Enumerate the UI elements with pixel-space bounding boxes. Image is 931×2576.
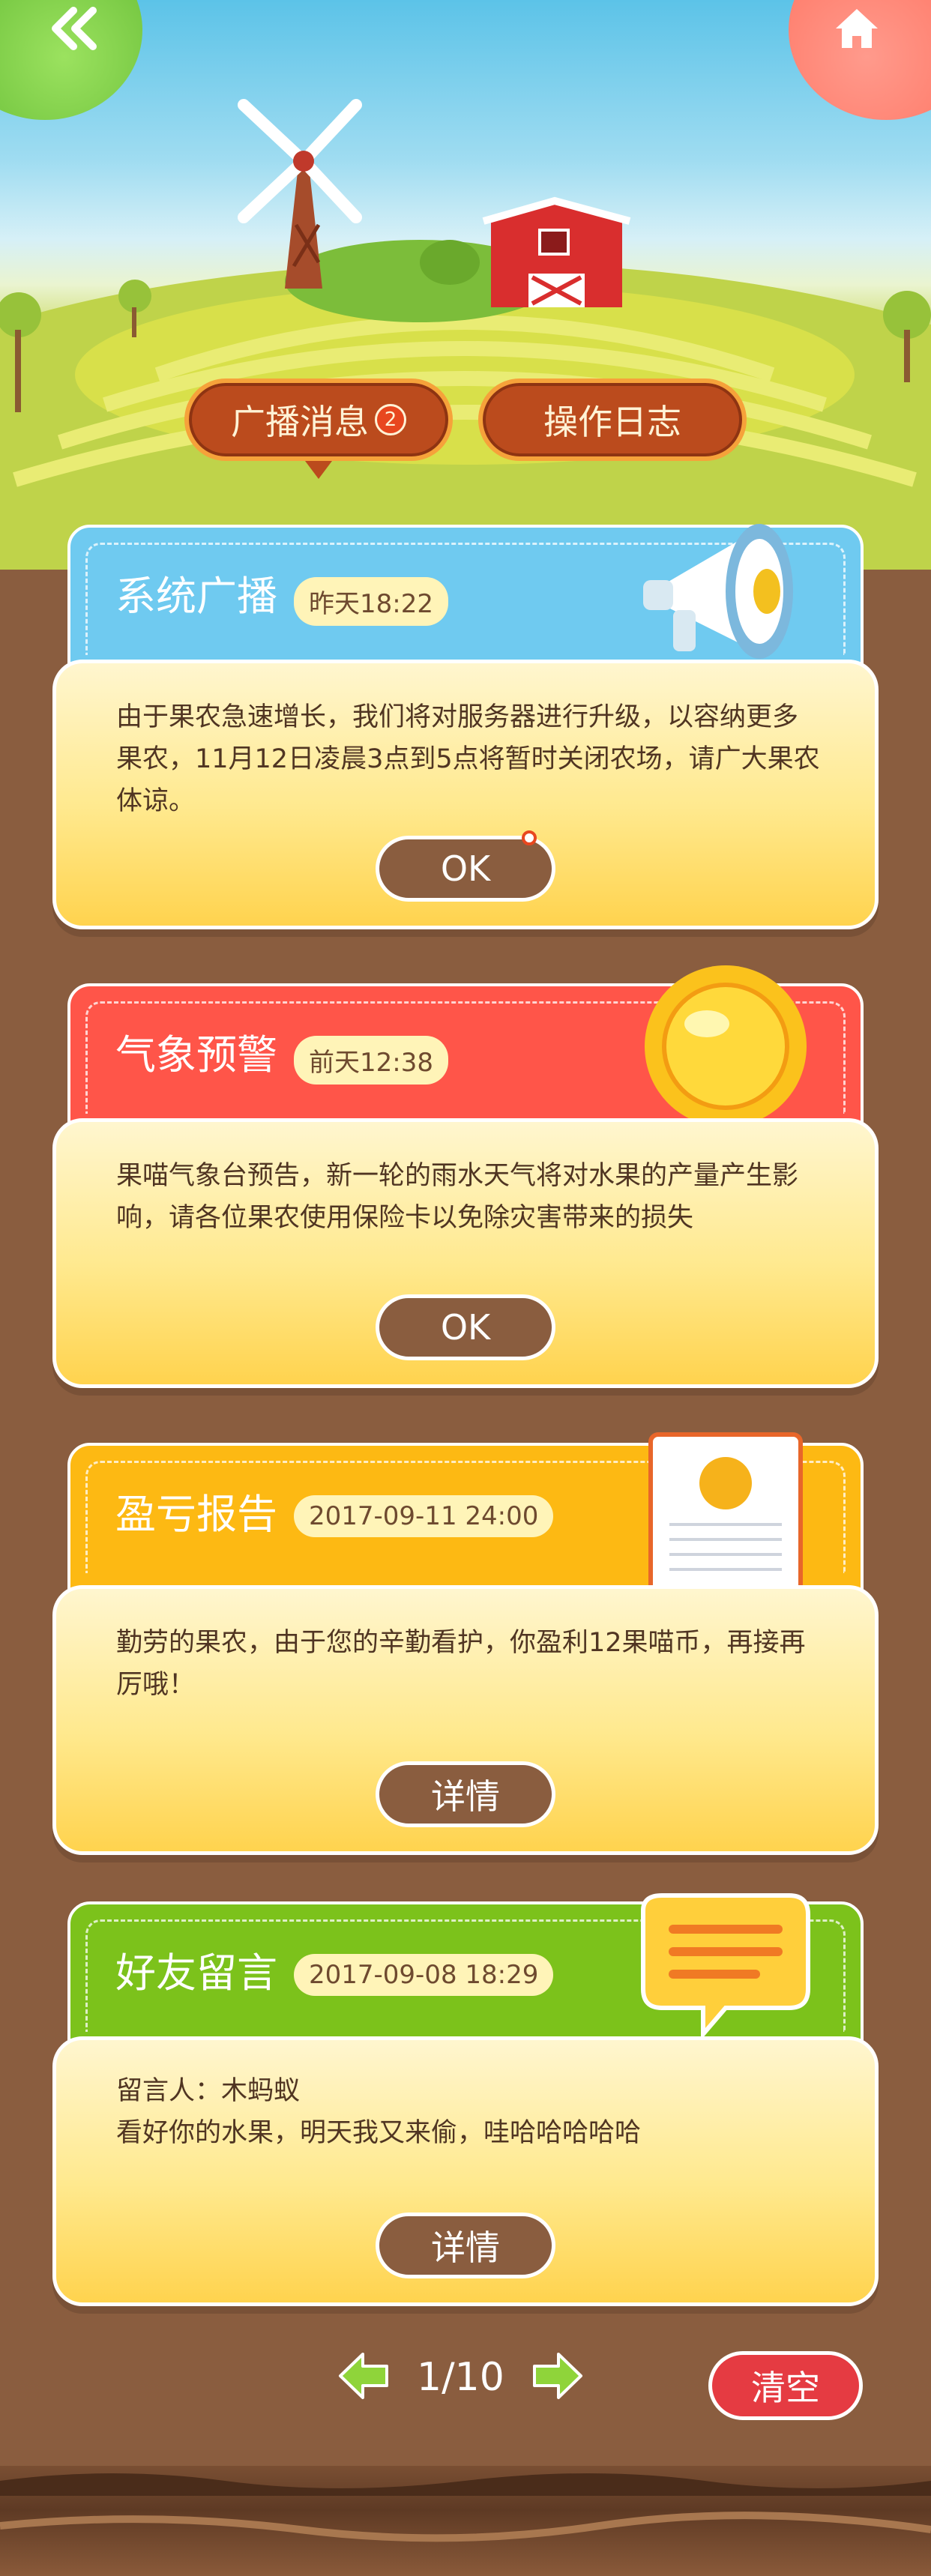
unread-badge: 2 xyxy=(375,404,406,435)
button-label: 详情 xyxy=(431,2227,500,2268)
card-header: 系统广播 昨天18:22 xyxy=(67,524,864,675)
megaphone-icon xyxy=(643,524,793,659)
tab-label: 广播消息 xyxy=(231,402,369,442)
arrow-left-icon[interactable] xyxy=(337,2350,390,2405)
card-header: 气象预警 前天12:38 xyxy=(67,965,864,1133)
card-body: 果喵气象台预告，新一轮的雨水天气将对水果的产量产生影响，请各位果农使用保险卡以免… xyxy=(52,1118,879,1388)
button-label: 清空 xyxy=(751,2368,820,2408)
home-icon xyxy=(833,6,881,54)
tab-label: 操作日志 xyxy=(543,402,681,442)
sun-icon xyxy=(645,965,807,1127)
card-time: 前天12:38 xyxy=(294,1036,448,1085)
farm-header-scene xyxy=(0,0,931,570)
double-chevron-left-icon xyxy=(48,6,100,54)
button-label: OK xyxy=(440,848,491,889)
speech-bubble-icon xyxy=(641,1893,810,2038)
report-icon xyxy=(648,1432,803,1596)
arrow-right-icon[interactable] xyxy=(531,2350,584,2405)
page-indicator: 1/10 xyxy=(417,2355,504,2400)
card-body: 勤劳的果农，由于您的辛勤看护，你盈利12果喵币，再接再厉哦！ 详情 xyxy=(52,1585,879,1855)
card-body: 留言人：木蚂蚁 看好你的水果，明天我又来偷，哇哈哈哈哈哈 详情 xyxy=(52,2036,879,2306)
card-time: 2017-09-08 18:29 xyxy=(294,1954,554,1996)
clear-button[interactable]: 清空 xyxy=(708,2351,863,2420)
message-tabs: 广播消息 2 操作日志 xyxy=(0,378,931,479)
card-message: 勤劳的果农，由于您的辛勤看护，你盈利12果喵币，再接再厉哦！ xyxy=(116,1628,806,1700)
card-body: 由于果农急速增长，我们将对服务器进行升级，以容纳更多果农，11月12日凌晨3点到… xyxy=(52,660,879,929)
button-label: OK xyxy=(440,1307,491,1348)
card-title: 好友留言 xyxy=(115,1949,277,1997)
card-header: 好友留言 2017-09-08 18:29 xyxy=(67,1893,864,2051)
card-header: 盈亏报告 2017-09-11 24:00 xyxy=(67,1432,864,1596)
button-label: 详情 xyxy=(431,1776,500,1817)
tab-operation-log[interactable]: 操作日志 xyxy=(478,378,747,461)
ok-button[interactable]: OK xyxy=(376,1294,555,1360)
farm-landscape-illustration xyxy=(0,99,931,570)
details-button[interactable]: 详情 xyxy=(376,2212,555,2278)
card-time: 昨天18:22 xyxy=(294,577,448,626)
details-button[interactable]: 详情 xyxy=(376,1761,555,1827)
notification-dot-icon xyxy=(522,830,537,845)
pagination: 1/10 xyxy=(337,2350,584,2405)
card-message: 果喵气象台预告，新一轮的雨水天气将对水果的产量产生影响，请各位果农使用保险卡以免… xyxy=(116,1161,799,1233)
card-message: 看好你的水果，明天我又来偷，哇哈哈哈哈哈 xyxy=(116,2118,642,2148)
card-message: 由于果农急速增长，我们将对服务器进行升级，以容纳更多果农，11月12日凌晨3点到… xyxy=(116,702,820,816)
barn-icon xyxy=(482,196,631,307)
card-time: 2017-09-11 24:00 xyxy=(294,1495,554,1537)
card-title: 盈亏报告 xyxy=(115,1491,277,1538)
message-author: 留言人：木蚂蚁 xyxy=(116,2076,301,2106)
card-title: 气象预警 xyxy=(115,1031,277,1079)
card-title: 系统广播 xyxy=(115,573,277,620)
soil-ground xyxy=(0,2466,931,2576)
tab-broadcast[interactable]: 广播消息 2 xyxy=(184,378,453,479)
